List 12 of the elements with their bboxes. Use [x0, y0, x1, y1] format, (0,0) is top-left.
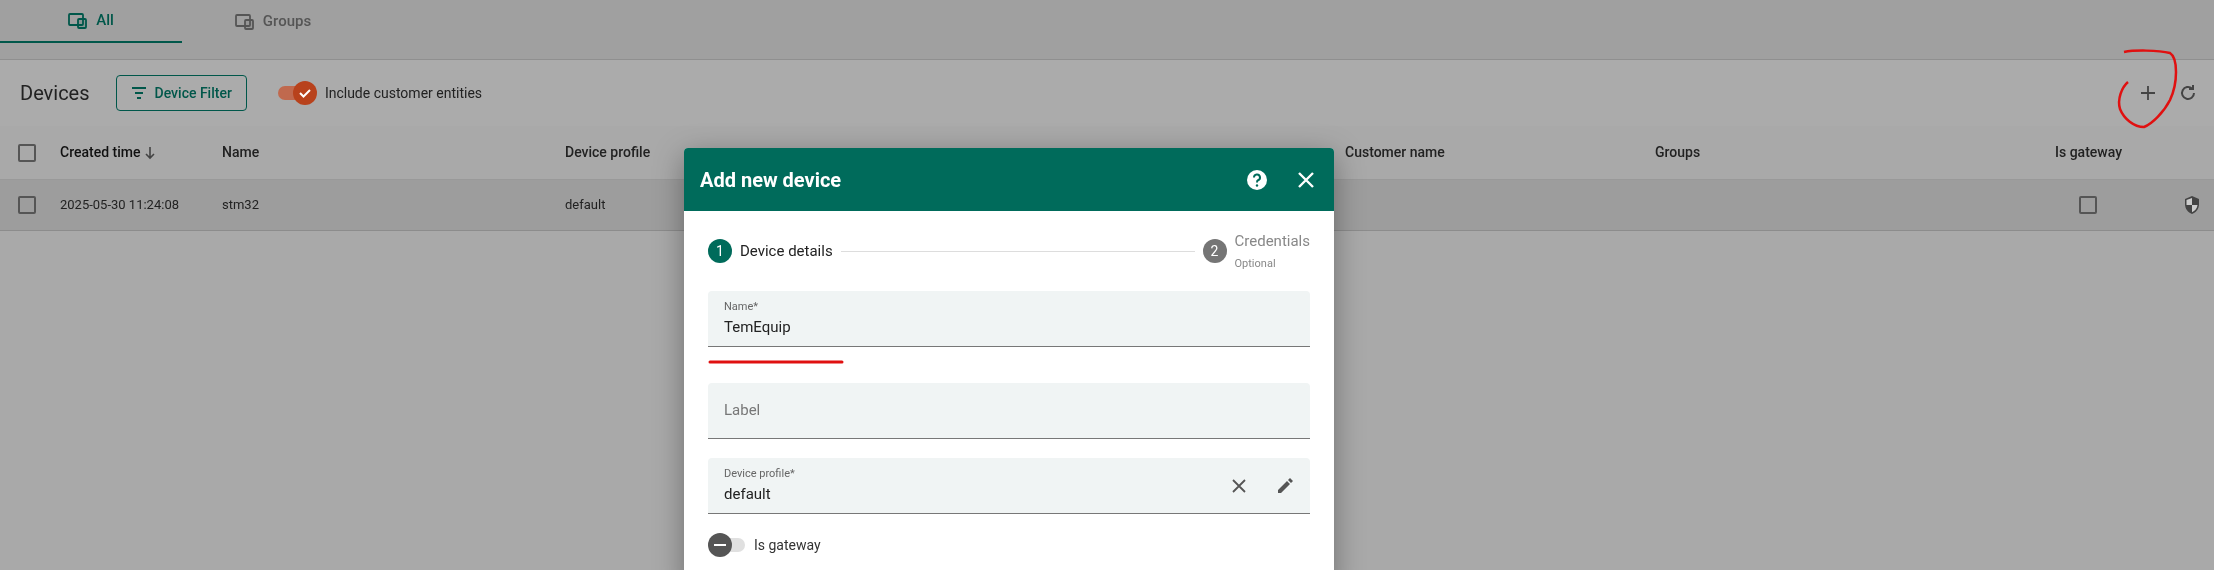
- step-number: 2: [1202, 239, 1227, 263]
- step-label: Device details: [740, 240, 833, 262]
- step-number: 1: [708, 239, 732, 263]
- step-sublabel: Optional: [1234, 256, 1277, 272]
- toggle-label: Is gateway: [754, 535, 821, 555]
- table-cell-text: default: [565, 196, 607, 215]
- table-cell-text: stm32: [222, 196, 260, 215]
- toggle-label: Include customer entities: [324, 83, 483, 103]
- dialog-title: Add new device: [700, 166, 843, 194]
- step-label: Credentials: [1234, 230, 1310, 252]
- table-cell-text: 2025-05-30 11:24:08: [60, 196, 180, 215]
- page-title: Devices: [20, 80, 90, 107]
